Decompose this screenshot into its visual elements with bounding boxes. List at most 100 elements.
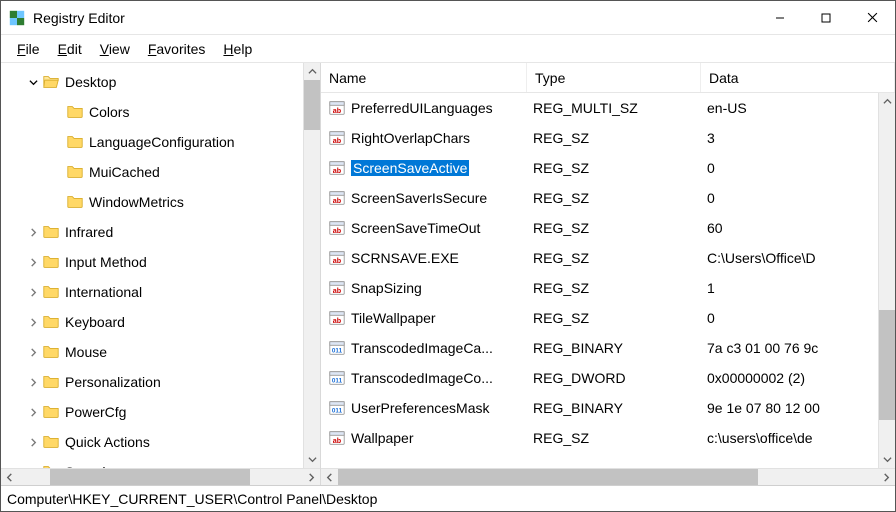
value-row[interactable]: ScreenSaverIsSecureREG_SZ0 xyxy=(321,183,895,213)
tree-scrollbar-horizontal[interactable] xyxy=(1,468,320,485)
value-data: en-US xyxy=(701,100,895,116)
value-name: TranscodedImageCo... xyxy=(351,370,493,386)
value-type: REG_SZ xyxy=(527,250,701,266)
tree-item[interactable]: Input Method xyxy=(1,247,320,277)
tree-item[interactable]: WindowMetrics xyxy=(1,187,320,217)
col-data[interactable]: Data xyxy=(701,63,895,92)
tree-item[interactable]: Colors xyxy=(1,97,320,127)
tree-item-label: LanguageConfiguration xyxy=(89,134,235,150)
tree-item[interactable]: Personalization xyxy=(1,367,320,397)
folder-icon xyxy=(41,252,61,272)
tree-item[interactable]: Infrared xyxy=(1,217,320,247)
tree-item[interactable]: Sound xyxy=(1,457,320,468)
values-list[interactable]: PreferredUILanguagesREG_MULTI_SZen-US Rig… xyxy=(321,93,895,468)
chevron-right-icon[interactable] xyxy=(25,468,41,469)
value-type: REG_SZ xyxy=(527,130,701,146)
value-row[interactable]: SnapSizingREG_SZ1 xyxy=(321,273,895,303)
value-data: c:\users\office\de xyxy=(701,430,895,446)
chevron-right-icon[interactable] xyxy=(25,258,41,267)
menu-view[interactable]: View xyxy=(94,39,136,59)
tree-item-label: International xyxy=(65,284,142,300)
tree-item-label: MuiCached xyxy=(89,164,160,180)
chevron-up-icon[interactable] xyxy=(304,63,321,80)
menu-favorites[interactable]: Favorites xyxy=(142,39,212,59)
value-row[interactable]: SCRNSAVE.EXEREG_SZC:\Users\Office\D xyxy=(321,243,895,273)
value-type: REG_BINARY xyxy=(527,400,701,416)
value-row[interactable]: PreferredUILanguagesREG_MULTI_SZen-US xyxy=(321,93,895,123)
value-row[interactable]: RightOverlapCharsREG_SZ3 xyxy=(321,123,895,153)
value-name: ScreenSaveActive xyxy=(351,160,469,176)
values-pane: Name Type Data PreferredUILanguagesREG_M… xyxy=(321,63,895,485)
tree-item-label: Keyboard xyxy=(65,314,125,330)
value-name: Wallpaper xyxy=(351,430,414,446)
chevron-right-icon[interactable] xyxy=(878,469,895,485)
folder-icon xyxy=(65,102,85,122)
value-data: C:\Users\Office\D xyxy=(701,250,895,266)
chevron-down-icon[interactable] xyxy=(879,451,895,468)
chevron-up-icon[interactable] xyxy=(879,93,895,110)
value-data: 0x00000002 (2) xyxy=(701,370,895,386)
tree-item[interactable]: Quick Actions xyxy=(1,427,320,457)
value-row[interactable]: ScreenSaveTimeOutREG_SZ60 xyxy=(321,213,895,243)
chevron-left-icon[interactable] xyxy=(321,469,338,485)
folder-icon xyxy=(65,132,85,152)
chevron-right-icon[interactable] xyxy=(303,469,320,485)
value-name: RightOverlapChars xyxy=(351,130,470,146)
tree-item[interactable]: Mouse xyxy=(1,337,320,367)
folder-icon xyxy=(41,402,61,422)
tree-item[interactable]: International xyxy=(1,277,320,307)
string-value-icon xyxy=(327,128,347,148)
statusbar-path: Computer\HKEY_CURRENT_USER\Control Panel… xyxy=(7,491,377,507)
value-row[interactable]: TileWallpaperREG_SZ0 xyxy=(321,303,895,333)
maximize-button[interactable] xyxy=(803,2,849,34)
value-type: REG_SZ xyxy=(527,160,701,176)
list-scrollbar-horizontal[interactable] xyxy=(321,468,895,485)
chevron-down-icon[interactable] xyxy=(304,451,321,468)
string-value-icon xyxy=(327,98,347,118)
string-value-icon xyxy=(327,278,347,298)
value-type: REG_SZ xyxy=(527,310,701,326)
chevron-down-icon[interactable] xyxy=(25,78,41,87)
folder-icon xyxy=(41,342,61,362)
tree-item[interactable]: PowerCfg xyxy=(1,397,320,427)
value-row[interactable]: Wallpaper REG_SZc:\users\office\de xyxy=(321,423,895,453)
value-name: ScreenSaverIsSecure xyxy=(351,190,487,206)
col-type[interactable]: Type xyxy=(527,63,701,92)
tree-scrollbar-vertical[interactable] xyxy=(303,63,320,468)
tree-item[interactable]: MuiCached xyxy=(1,157,320,187)
tree-item-label: WindowMetrics xyxy=(89,194,184,210)
minimize-button[interactable] xyxy=(757,2,803,34)
chevron-right-icon[interactable] xyxy=(25,348,41,357)
tree-item[interactable]: Keyboard xyxy=(1,307,320,337)
tree-pane: Desktop Colors LanguageConfiguration MuiCac… xyxy=(1,63,321,485)
chevron-right-icon[interactable] xyxy=(25,408,41,417)
chevron-right-icon[interactable] xyxy=(25,378,41,387)
menu-file[interactable]: File xyxy=(11,39,46,59)
value-row[interactable]: ScreenSaveActiveREG_SZ0 xyxy=(321,153,895,183)
value-row[interactable]: TranscodedImageCa...REG_BINARY7a c3 01 0… xyxy=(321,333,895,363)
tree-item[interactable]: Desktop xyxy=(1,67,320,97)
close-button[interactable] xyxy=(849,2,895,34)
folder-icon xyxy=(65,192,85,212)
app-icon xyxy=(7,8,27,28)
chevron-left-icon[interactable] xyxy=(1,469,18,485)
value-row[interactable]: UserPreferencesMaskREG_BINARY9e 1e 07 80… xyxy=(321,393,895,423)
value-type: REG_SZ xyxy=(527,430,701,446)
tree-body[interactable]: Desktop Colors LanguageConfiguration MuiCac… xyxy=(1,63,320,468)
chevron-right-icon[interactable] xyxy=(25,288,41,297)
string-value-icon xyxy=(327,188,347,208)
list-scrollbar-vertical[interactable] xyxy=(878,93,895,468)
value-name: UserPreferencesMask xyxy=(351,400,490,416)
value-row[interactable]: TranscodedImageCo...REG_DWORD0x00000002 … xyxy=(321,363,895,393)
chevron-right-icon[interactable] xyxy=(25,318,41,327)
menu-help[interactable]: Help xyxy=(217,39,258,59)
tree-item[interactable]: LanguageConfiguration xyxy=(1,127,320,157)
tree-item-label: Colors xyxy=(89,104,129,120)
tree-item-label: Sound xyxy=(65,464,105,468)
value-data: 1 xyxy=(701,280,895,296)
menu-edit[interactable]: Edit xyxy=(52,39,88,59)
chevron-right-icon[interactable] xyxy=(25,438,41,447)
col-name[interactable]: Name xyxy=(321,63,527,92)
value-name: SnapSizing xyxy=(351,280,422,296)
chevron-right-icon[interactable] xyxy=(25,228,41,237)
